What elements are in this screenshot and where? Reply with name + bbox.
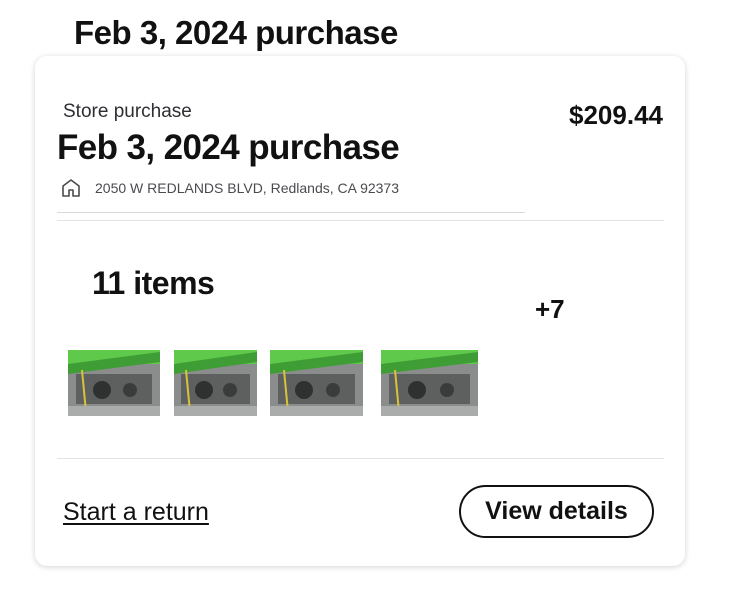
- product-thumbnail-4[interactable]: [381, 350, 478, 416]
- purchase-title: Feb 3, 2024 purchase: [57, 128, 400, 167]
- order-total: $209.44: [569, 100, 663, 130]
- product-image: [174, 350, 257, 416]
- purchase-type-label: Store purchase: [63, 101, 192, 122]
- store-address: 2050 W REDLANDS BLVD, Redlands, CA 92373: [95, 180, 400, 196]
- product-thumbnail-3[interactable]: [270, 350, 363, 416]
- store-address-row: 2050 W REDLANDS BLVD, Redlands, CA 92373: [61, 178, 399, 198]
- view-details-button[interactable]: View details: [459, 485, 654, 538]
- product-image: [68, 350, 160, 416]
- product-thumbnail-1[interactable]: [68, 350, 160, 416]
- purchase-card: Store purchase $209.44 Feb 3, 2024 purch…: [35, 56, 685, 566]
- start-return-link[interactable]: Start a return: [63, 498, 209, 527]
- product-image: [270, 350, 363, 416]
- address-underline: [57, 212, 525, 213]
- more-items-count: +7: [535, 294, 565, 324]
- items-count: 11 items: [92, 265, 215, 301]
- page-heading: Feb 3, 2024 purchase: [74, 14, 398, 51]
- product-image: [381, 350, 478, 416]
- section-divider-top: [57, 220, 664, 221]
- product-thumbnail-2[interactable]: [174, 350, 257, 416]
- store-icon: [61, 178, 81, 198]
- section-divider-bottom: [57, 458, 664, 459]
